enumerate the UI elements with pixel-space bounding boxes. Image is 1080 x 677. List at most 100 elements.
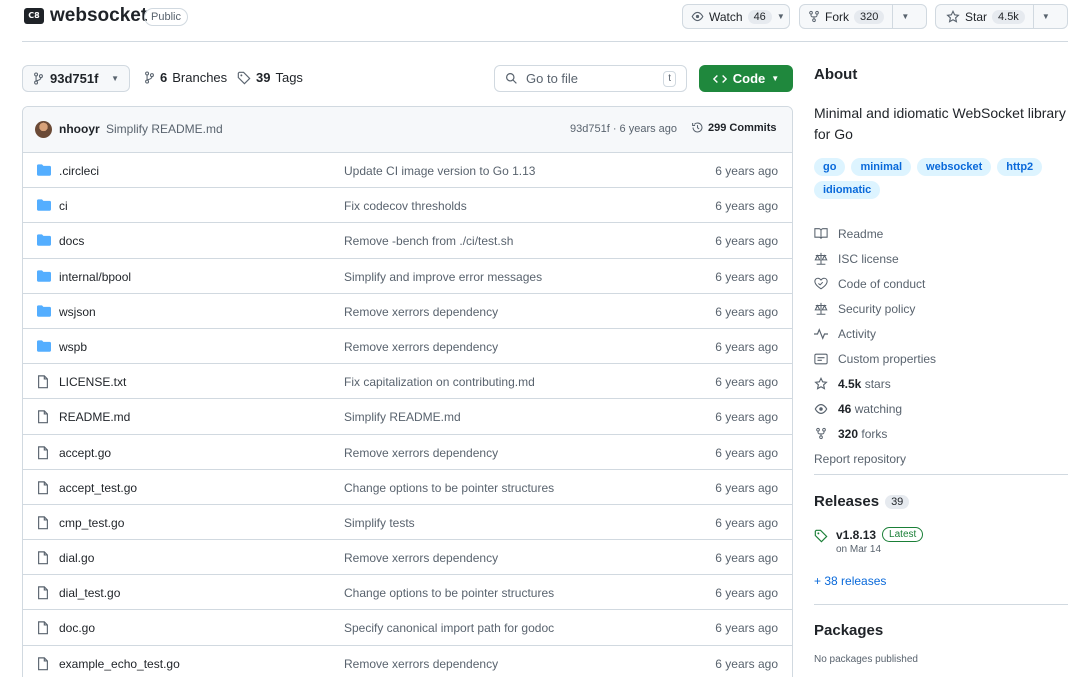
star-button[interactable]: Star 4.5k ▼ xyxy=(935,4,1068,29)
file-commit-message[interactable]: Remove xerrors dependency xyxy=(344,446,498,460)
file-name[interactable]: LICENSE.txt xyxy=(59,375,126,389)
commit-author[interactable]: nhooyr xyxy=(59,122,100,136)
about-link[interactable]: ISC license xyxy=(814,246,936,271)
about-link[interactable]: Activity xyxy=(814,321,936,346)
file-commit-message[interactable]: Simplify and improve error messages xyxy=(344,270,542,284)
file-name[interactable]: ci xyxy=(59,199,68,213)
file-commit-message[interactable]: Remove -bench from ./ci/test.sh xyxy=(344,234,513,248)
watching-link[interactable]: 46 watching xyxy=(814,396,936,421)
file-icon xyxy=(37,656,49,671)
heart-icon xyxy=(814,277,828,290)
file-name[interactable]: docs xyxy=(59,234,84,248)
file-row[interactable]: dial_test.go Change options to be pointer… xyxy=(23,575,792,611)
file-row[interactable]: internal/bpool Simplify and improve error… xyxy=(23,259,792,294)
file-commit-message[interactable]: Fix capitalization on contributing.md xyxy=(344,375,535,389)
code-button[interactable]: Code ▼ xyxy=(699,65,793,92)
commits-count: 299 Commits xyxy=(708,121,777,134)
file-name[interactable]: wspb xyxy=(59,340,87,354)
file-commit-message[interactable]: Remove xerrors dependency xyxy=(344,305,498,319)
file-commit-message[interactable]: Specify canonical import path for godoc xyxy=(344,621,554,635)
file-commit-message[interactable]: Remove xerrors dependency xyxy=(344,551,498,565)
file-commit-message[interactable]: Change options to be pointer structures xyxy=(344,586,554,600)
star-count: 4.5k xyxy=(992,9,1025,24)
file-row[interactable]: dial.go Remove xerrors dependency 6 years … xyxy=(23,540,792,576)
chevron-down-icon[interactable]: ▼ xyxy=(1042,12,1050,21)
about-link-label: Code of conduct xyxy=(838,276,926,291)
star-icon xyxy=(814,376,828,390)
go-to-file-input[interactable]: Go to file t xyxy=(494,65,687,92)
about-link[interactable]: Security policy xyxy=(814,296,936,321)
eye-icon xyxy=(691,11,704,22)
watch-button[interactable]: Watch 46 ▼ xyxy=(682,4,790,29)
note-icon xyxy=(814,353,828,365)
file-commit-time: 6 years ago xyxy=(715,339,778,354)
file-name[interactable]: doc.go xyxy=(59,621,95,635)
file-row[interactable]: docs Remove -bench from ./ci/test.sh 6 yea… xyxy=(23,223,792,259)
file-row[interactable]: ci Fix codecov thresholds 6 years ago xyxy=(23,188,792,224)
file-name[interactable]: dial.go xyxy=(59,551,94,565)
releases-header[interactable]: Releases 39 xyxy=(814,493,910,510)
topic-tag[interactable]: idiomatic xyxy=(814,181,881,199)
file-name[interactable]: dial_test.go xyxy=(59,586,120,600)
file-name[interactable]: cmp_test.go xyxy=(59,516,124,530)
file-row[interactable]: cmp_test.go Simplify tests 6 years ago xyxy=(23,505,792,541)
tags-link[interactable]: 39 Tags xyxy=(237,70,303,85)
file-name[interactable]: accept_test.go xyxy=(59,481,137,495)
chevron-down-icon: ▼ xyxy=(111,74,119,83)
file-commit-message[interactable]: Remove xerrors dependency xyxy=(344,340,498,354)
file-commit-message[interactable]: Change options to be pointer structures xyxy=(344,481,554,495)
file-name[interactable]: README.md xyxy=(59,410,130,424)
keyboard-shortcut: t xyxy=(663,70,676,87)
commit-message[interactable]: Simplify README.md xyxy=(106,122,223,136)
file-row[interactable]: wsjson Remove xerrors dependency 6 years a… xyxy=(23,294,792,329)
file-row[interactable]: accept.go Remove xerrors dependency 6 year… xyxy=(23,435,792,470)
topic-tag[interactable]: go xyxy=(814,158,846,176)
branch-selector[interactable]: 93d751f ▼ xyxy=(22,65,130,92)
file-row[interactable]: LICENSE.txt Fix capitalization on contrib… xyxy=(23,364,792,400)
file-icon xyxy=(37,551,49,565)
topic-tag[interactable]: websocket xyxy=(917,158,992,176)
about-link[interactable]: Code of conduct xyxy=(814,271,936,296)
more-releases-link[interactable]: + 38 releases xyxy=(814,574,886,588)
chevron-down-icon[interactable]: ▼ xyxy=(901,12,909,21)
file-name[interactable]: accept.go xyxy=(59,446,111,460)
repo-name[interactable]: websocket xyxy=(50,5,147,27)
file-icon xyxy=(37,375,49,389)
forks-link[interactable]: 320 forks xyxy=(814,421,936,446)
report-repository-label: Report repository xyxy=(814,451,907,466)
fork-button[interactable]: Fork 320 ▼ xyxy=(799,4,927,29)
file-commit-message[interactable]: Simplify README.md xyxy=(344,410,461,424)
file-commit-message[interactable]: Remove xerrors dependency xyxy=(344,657,498,671)
file-commit-message[interactable]: Fix codecov thresholds xyxy=(344,199,467,213)
file-row[interactable]: doc.go Specify canonical import path for … xyxy=(23,610,792,646)
topic-tag[interactable]: minimal xyxy=(851,158,912,176)
about-link[interactable]: Readme xyxy=(814,221,936,246)
watching-count: 46 xyxy=(838,401,852,416)
file-row[interactable]: wspb Remove xerrors dependency 6 years ago xyxy=(23,329,792,365)
about-link[interactable]: Custom properties xyxy=(814,346,936,371)
chevron-down-icon: ▼ xyxy=(771,74,780,83)
file-row[interactable]: example_echo_test.go Remove xerrors depen… xyxy=(23,646,792,677)
file-name[interactable]: .circleci xyxy=(59,164,99,178)
latest-release[interactable]: v1.8.13 Latest on Mar 14 xyxy=(814,527,924,555)
topic-tag[interactable]: http2 xyxy=(997,158,1043,176)
file-row[interactable]: .circleci Update CI image version to Go 1… xyxy=(23,153,792,189)
code-icon xyxy=(712,74,727,83)
packages-title[interactable]: Packages xyxy=(814,622,883,639)
avatar[interactable] xyxy=(35,121,52,138)
commits-link[interactable]: 299 Commits xyxy=(691,121,776,134)
file-name[interactable]: example_echo_test.go xyxy=(59,657,180,671)
file-commit-time: 6 years ago xyxy=(715,445,778,460)
file-row[interactable]: README.md Simplify README.md 6 years ago xyxy=(23,399,792,435)
report-repository-link[interactable]: Report repository xyxy=(814,446,936,471)
commit-meta[interactable]: 93d751f · 6 years ago xyxy=(570,123,677,135)
file-name[interactable]: internal/bpool xyxy=(59,270,131,284)
book-icon xyxy=(814,227,828,240)
file-row[interactable]: accept_test.go Change options to be point… xyxy=(23,470,792,505)
stars-link[interactable]: 4.5k stars xyxy=(814,371,936,396)
file-name[interactable]: wsjson xyxy=(59,305,96,319)
file-commit-message[interactable]: Simplify tests xyxy=(344,516,415,530)
file-commit-message[interactable]: Update CI image version to Go 1.13 xyxy=(344,164,535,178)
sidebar: About Minimal and idiomatic WebSocket li… xyxy=(814,66,1068,665)
branches-link[interactable]: 6 Branches xyxy=(144,70,227,85)
